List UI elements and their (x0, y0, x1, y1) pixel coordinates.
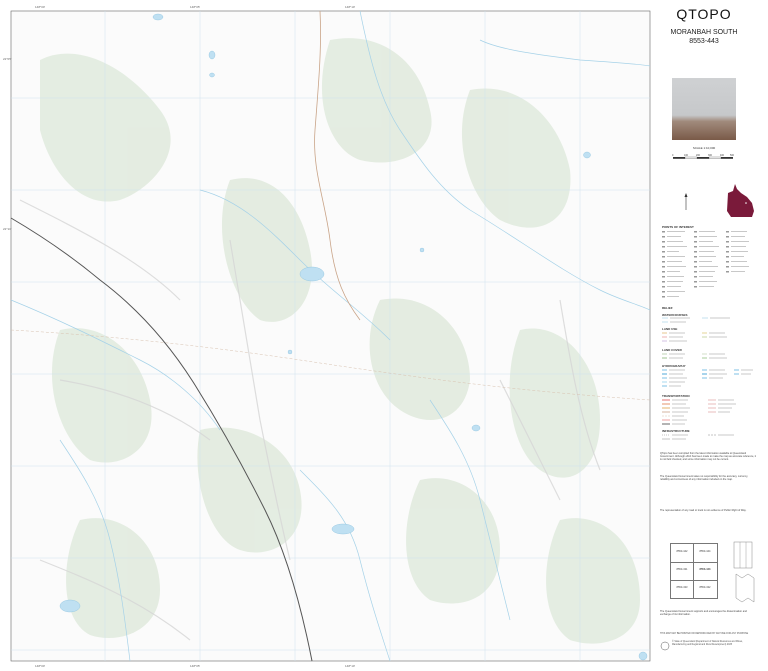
scale-tick-3: 300 (708, 154, 713, 157)
legend-symbols-hydrography (662, 369, 753, 387)
legend-symbols-poi (662, 231, 749, 298)
notes-paragraph-4: The Queensland Government supports and e… (660, 610, 747, 617)
scale-tick-0: 0 (672, 154, 674, 157)
queensland-locator-icon (727, 184, 754, 217)
adjoining-cell-4: 8553-433 (676, 586, 688, 589)
notes-paragraph-2: The Queensland Government takes no respo… (660, 475, 749, 482)
scale-tick-4: 400 (720, 154, 725, 157)
adjoining-sheets: 8553-442 8553-444 8553-443 8553-431 8553… (670, 543, 718, 599)
adjoining-cell-2: 8553-444 (699, 550, 711, 553)
adjoining-cell-3: 8553-431 (676, 568, 688, 571)
sheet-number: 8553-443 (689, 38, 719, 45)
scale-bar: 0 100 200 300 400 500 (672, 154, 735, 159)
adjoining-center: 8553-443 (699, 568, 711, 571)
adjoining-cell-5: 8553-432 (699, 586, 711, 589)
tick-left-1: 22°05' (3, 57, 12, 61)
notes-paragraph-3: The representation of any road or track … (660, 509, 747, 512)
legend-symbols-land-use (662, 332, 727, 342)
tick-top-2: 148°05' (190, 5, 201, 9)
cover-photo (672, 78, 736, 140)
notes-paragraph-1: QTopo has been compiled from the latest … (660, 452, 756, 462)
tick-bottom-2: 148°05' (190, 664, 201, 668)
scale-text: SCALE 1:10,000 (692, 146, 716, 150)
legend-panel: QTOPO MORANBAH SOUTH 8553-443 SCALE 1:10… (652, 0, 768, 671)
legend-symbols-infrastructure (662, 434, 734, 440)
tick-bottom-1: 148°00' (35, 664, 46, 668)
folding-guide-icon (733, 541, 755, 603)
legend-symbols-land-cover (662, 353, 727, 359)
reproduction-notice: THIS MAP MAY BE PRINTED OR REPRODUCED BY… (660, 633, 749, 635)
scale-tick-1: 100 (684, 154, 689, 157)
legend-relief: RELIEF (662, 306, 673, 310)
map-title: QTOPO (676, 6, 732, 22)
tick-left-2: 22°10' (3, 227, 12, 231)
tick-top-1: 148°00' (35, 5, 46, 9)
legend-symbols-water (662, 317, 730, 323)
scale-tick-2: 200 (696, 154, 701, 157)
tick-top-3: 148°10' (345, 5, 356, 9)
qld-government-logo-icon (660, 641, 670, 651)
copyright-text: © State of Queensland (Department of Nat… (672, 641, 743, 646)
tick-bottom-3: 148°10' (345, 664, 356, 668)
legend-symbols-transport (662, 399, 736, 425)
scale-tick-5: 500 (730, 154, 735, 157)
north-arrow-icon (684, 193, 688, 210)
sheet-name: MORANBAH SOUTH (670, 29, 738, 36)
adjoining-cell-1: 8553-442 (676, 550, 688, 553)
